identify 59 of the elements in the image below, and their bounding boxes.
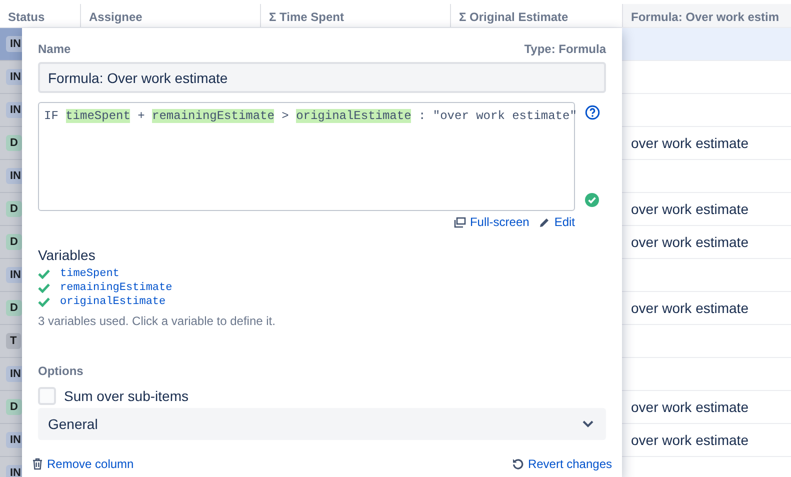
undo-icon [512, 458, 524, 470]
status-badge: D [6, 201, 22, 217]
checkbox-label: Sum over sub-items [64, 388, 188, 404]
status-badge: IN [6, 465, 22, 477]
checkbox[interactable] [38, 387, 56, 405]
status-badge: IN [6, 366, 22, 382]
full-screen-link[interactable]: Full-screen [454, 215, 530, 229]
format-dropdown[interactable]: General [38, 408, 606, 440]
name-field[interactable]: Formula: Over work estimate [38, 62, 606, 93]
table-cell: over work estimate [631, 201, 748, 217]
status-badge: IN [6, 36, 22, 52]
table-cell: over work estimate [631, 234, 748, 250]
status-badge: D [6, 135, 22, 151]
status-badge: T [6, 333, 21, 349]
column-header[interactable]: Formula: Over work estim [622, 4, 791, 27]
remove-column-link[interactable]: Remove column [32, 457, 134, 471]
table-row[interactable]: IN [0, 28, 22, 61]
pencil-icon [539, 216, 550, 228]
status-badge: IN [6, 69, 22, 85]
chevron-down-icon [582, 420, 594, 428]
status-badge: IN [6, 168, 22, 184]
table-cell: over work estimate [631, 135, 748, 151]
help-icon[interactable] [585, 105, 600, 120]
column-header[interactable]: Σ Time Spent [260, 4, 450, 27]
table-row[interactable]: over work estimate [622, 127, 791, 160]
variable-item[interactable]: timeSpent [38, 268, 606, 280]
table-cell: over work estimate [631, 432, 748, 448]
variables-hint: 3 variables used. Click a variable to define it. [38, 314, 276, 328]
status-badge: D [6, 234, 22, 250]
status-badge: D [6, 399, 22, 415]
status-badge: IN [6, 267, 22, 283]
table-row[interactable]: over work estimate [622, 193, 791, 226]
table-cell: over work estimate [631, 399, 748, 415]
status-badge: IN [6, 102, 22, 118]
variable-item[interactable]: remainingEstimate [38, 282, 606, 294]
table-row[interactable]: IN [0, 457, 22, 477]
check-icon [38, 269, 50, 279]
variable-item[interactable]: originalEstimate [38, 296, 606, 308]
table-cell: over work estimate [631, 300, 748, 316]
table-row[interactable]: over work estimate [622, 226, 791, 259]
formula-editor[interactable]: IF timeSpent + remainingEstimate > originalEstimate : "over work estimate" [38, 102, 575, 211]
table-row[interactable] [622, 28, 791, 61]
type-label: Type: Formula [524, 42, 606, 56]
section-heading: Options [38, 364, 84, 378]
table-row[interactable]: over work estimate [622, 292, 791, 325]
trash-icon [32, 458, 43, 470]
check-icon [38, 297, 50, 307]
check-icon [38, 283, 50, 293]
table-row[interactable]: over work estimate [622, 391, 791, 424]
edit-link[interactable]: Edit [539, 215, 575, 229]
field-label: Name [38, 42, 71, 56]
status-badge: IN [6, 432, 22, 448]
column-header[interactable]: Status [0, 4, 80, 27]
windows-icon [454, 216, 466, 228]
revert-changes-link[interactable]: Revert changes [512, 457, 612, 471]
table-row[interactable]: over work estimate [622, 424, 791, 457]
section-heading: Variables [38, 247, 96, 263]
column-header[interactable]: Assignee [80, 4, 260, 27]
status-badge: D [6, 300, 22, 316]
